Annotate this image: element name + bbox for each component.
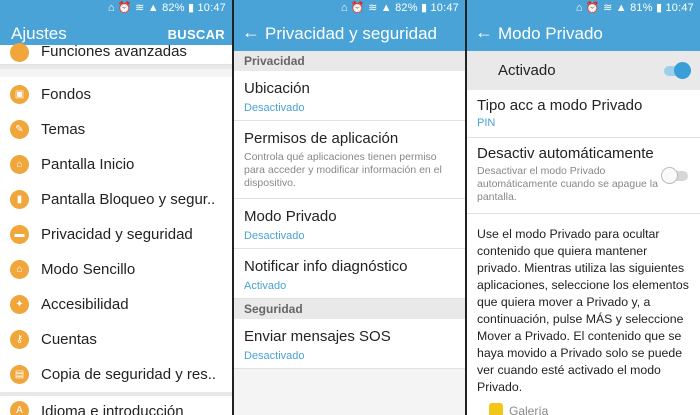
home-icon: ⌂	[10, 155, 29, 174]
settings-screen: ⌂ ⏰ ≋ ▲ 82% ▮ 10:47 Ajustes BUSCAR Funci…	[0, 0, 232, 415]
setting-title: Tipo acc a modo Privado	[477, 97, 643, 114]
page-title: Ajustes	[11, 24, 67, 43]
settings-item-label: Fondos	[41, 86, 92, 103]
settings-item-label: Idioma e introducción	[41, 403, 184, 415]
settings-item-label: Modo Sencillo	[41, 261, 136, 278]
setting-title: Modo Privado	[244, 208, 337, 225]
setting-value: Desactivado	[244, 230, 305, 242]
settings-item-label: Copia de seguridad y res..	[41, 366, 217, 383]
settings-item-accessibility[interactable]: ✦ Accesibilidad	[0, 287, 232, 322]
auto-off-toggle[interactable]	[661, 167, 688, 184]
settings-item-label: Pantalla Bloqueo y segur..	[41, 191, 216, 208]
gallery-icon	[489, 403, 503, 415]
setting-value: PIN	[477, 117, 496, 129]
setting-title: Ubicación	[244, 80, 310, 97]
app-label: Galería	[509, 404, 549, 415]
app-bar: ← Privacidad y seguridad	[234, 16, 465, 51]
lock-icon: ▮	[10, 190, 29, 209]
settings-item-advanced-features[interactable]: Funciones avanzadas	[0, 43, 232, 65]
settings-item-label: Pantalla Inicio	[41, 156, 135, 173]
settings-item-language[interactable]: A Idioma e introducción	[0, 396, 232, 415]
settings-item-label: Temas	[41, 121, 86, 138]
language-icon: A	[10, 401, 29, 415]
divider	[0, 65, 232, 69]
status-bar: ⌂ ⏰ ≋ ▲ 81% ▮ 10:47	[467, 0, 700, 16]
settings-item-label: Accesibilidad	[41, 296, 129, 313]
page-title: Modo Privado	[498, 24, 603, 43]
private-mode-screen: ⌂ ⏰ ≋ ▲ 81% ▮ 10:47 ← Modo Privado Activ…	[467, 0, 700, 415]
setting-description: Controla qué aplicaciones tienen permiso…	[244, 151, 442, 189]
settings-item-easy-mode[interactable]: ⌂ Modo Sencillo	[0, 252, 232, 287]
backup-icon: ▤	[10, 365, 29, 384]
settings-item-accounts[interactable]: ⚷ Cuentas	[0, 322, 232, 357]
setting-diagnostics[interactable]: Notificar info diagnóstico Activado	[234, 249, 465, 299]
status-bar: ⌂ ⏰ ≋ ▲ 82% ▮ 10:47	[0, 0, 232, 16]
settings-item-label: Funciones avanzadas	[41, 43, 187, 60]
back-arrow-icon[interactable]: ←	[475, 22, 493, 42]
settings-item-lock-screen[interactable]: ▮ Pantalla Bloqueo y segur..	[0, 182, 232, 217]
search-button[interactable]: BUSCAR	[168, 27, 225, 42]
settings-item-label: Cuentas	[41, 331, 97, 348]
app-bar: ← Modo Privado	[467, 16, 700, 51]
key-icon: ⚷	[10, 330, 29, 349]
settings-item-label: Privacidad y seguridad	[41, 226, 193, 243]
master-switch-label: Activado	[498, 62, 556, 79]
settings-item-privacy[interactable]: ▬ Privacidad y seguridad	[0, 217, 232, 252]
master-switch-bar[interactable]: Activado	[467, 51, 700, 90]
setting-title: Desactiv automáticamente	[477, 145, 654, 162]
setting-value: Activado	[244, 280, 287, 292]
accessibility-icon: ✦	[10, 295, 29, 314]
info-text: Use el modo Privado para ocultar conteni…	[477, 227, 689, 394]
settings-item-wallpaper[interactable]: ▣ Fondos	[0, 77, 232, 112]
app-item-gallery: Galería	[489, 403, 548, 415]
back-arrow-icon[interactable]: ←	[242, 22, 260, 42]
setting-access-type[interactable]: Tipo acc a modo Privado PIN	[467, 90, 700, 138]
home-easy-icon: ⌂	[10, 260, 29, 279]
advanced-features-icon	[10, 43, 29, 62]
setting-value: Desactivado	[244, 350, 305, 362]
status-bar: ⌂ ⏰ ≋ ▲ 82% ▮ 10:47	[234, 0, 465, 16]
master-toggle[interactable]	[664, 62, 691, 79]
toggle-knob	[674, 62, 691, 79]
setting-title: Notificar info diagnóstico	[244, 258, 408, 275]
setting-sos-messages[interactable]: Enviar mensajes SOS Desactivado	[234, 319, 465, 369]
settings-item-backup[interactable]: ▤ Copia de seguridad y res..	[0, 357, 232, 392]
wallpaper-icon: ▣	[10, 85, 29, 104]
shield-icon: ▬	[10, 225, 29, 244]
setting-private-mode[interactable]: Modo Privado Desactivado	[234, 199, 465, 249]
brush-icon: ✎	[10, 120, 29, 139]
toggle-knob	[661, 167, 678, 184]
setting-auto-off[interactable]: Desactiv automáticamente Desactivar el m…	[467, 138, 700, 214]
setting-app-permissions[interactable]: Permisos de aplicación Controla qué apli…	[234, 121, 465, 199]
privacy-screen: ⌂ ⏰ ≋ ▲ 82% ▮ 10:47 ← Privacidad y segur…	[234, 0, 465, 415]
setting-title: Enviar mensajes SOS	[244, 328, 391, 345]
settings-item-themes[interactable]: ✎ Temas	[0, 112, 232, 147]
setting-description: Desactivar el modo Privado automáticamen…	[477, 165, 658, 203]
setting-location[interactable]: Ubicación Desactivado	[234, 71, 465, 121]
section-header-privacy: Privacidad	[234, 51, 465, 71]
setting-value: Desactivado	[244, 102, 305, 114]
section-header-security: Seguridad	[234, 299, 465, 319]
page-title: Privacidad y seguridad	[265, 24, 437, 43]
setting-title: Permisos de aplicación	[244, 130, 399, 147]
settings-item-home-screen[interactable]: ⌂ Pantalla Inicio	[0, 147, 232, 182]
